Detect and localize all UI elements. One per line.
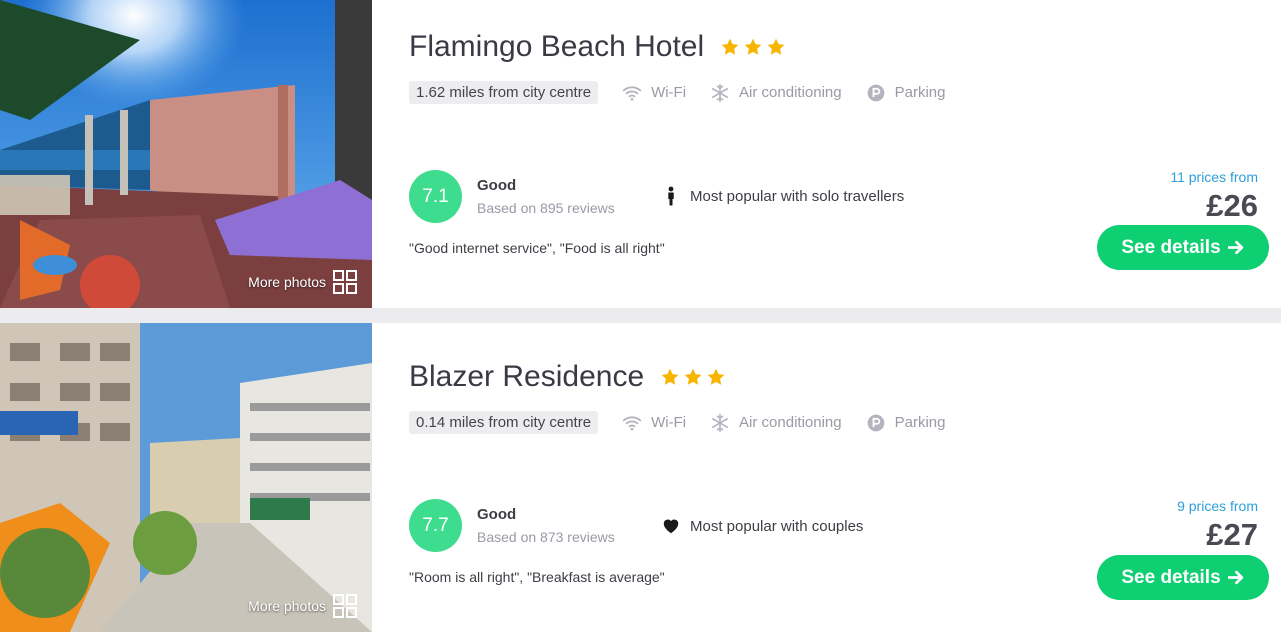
see-details-button[interactable]: See details <box>1097 225 1269 270</box>
more-photos-label: More photos <box>248 598 326 614</box>
amenity-wifi: Wi-Fi <box>622 413 686 433</box>
review-summary: 7.7 Good Based on 873 reviews <box>409 499 615 552</box>
hotel-photo[interactable]: More photos <box>0 0 372 308</box>
popular-label: Most popular with solo travellers <box>690 187 905 205</box>
heart-icon <box>663 519 679 534</box>
star-icon <box>707 368 725 385</box>
hotel-name[interactable]: Blazer Residence <box>409 360 644 394</box>
street-view-image <box>0 323 372 632</box>
star-rating <box>720 37 786 57</box>
review-quote: "Room is all right", "Breakfast is avera… <box>409 569 665 585</box>
more-photos-label: More photos <box>248 274 326 290</box>
rating-word: Good <box>477 506 517 523</box>
hotel-card: More photos Flamingo Beach Hotel 1.62 mi… <box>0 0 1281 308</box>
prices-from-link[interactable]: 9 prices from <box>1177 498 1258 514</box>
grid-icon <box>333 594 357 618</box>
review-count[interactable]: Based on 873 reviews <box>477 529 615 545</box>
hotel-header: Blazer Residence <box>409 360 726 394</box>
star-icon <box>767 38 785 55</box>
amenity-label: Wi-Fi <box>651 84 687 101</box>
popular-with: Most popular with couples <box>662 516 863 536</box>
snowflake-icon <box>711 83 729 102</box>
amenity-label: Air conditioning <box>739 84 842 101</box>
score-text: Good Based on 873 reviews <box>477 506 615 545</box>
amenity-label: Air conditioning <box>739 414 842 431</box>
distance-badge: 1.62 miles from city centre <box>409 81 599 104</box>
star-icon <box>744 38 762 55</box>
star-icon <box>661 368 679 385</box>
amenity-wifi: Wi-Fi <box>622 83 686 103</box>
review-count[interactable]: Based on 895 reviews <box>477 200 615 216</box>
hotel-photo[interactable]: More photos <box>0 323 372 632</box>
prices-from-link[interactable]: 11 prices from <box>1170 169 1258 185</box>
wifi-icon <box>622 85 642 101</box>
review-quote: "Good internet service", "Food is all ri… <box>409 240 665 256</box>
review-summary: 7.1 Good Based on 895 reviews <box>409 170 615 223</box>
solo-traveller-icon <box>668 186 674 206</box>
amenity-label: Parking <box>894 84 946 101</box>
snowflake-icon <box>711 413 729 432</box>
star-icon <box>721 38 739 55</box>
popular-label: Most popular with couples <box>690 517 864 535</box>
amenity-parking: Parking <box>866 83 946 103</box>
star-icon <box>684 368 702 385</box>
hotel-meta: 0.14 miles from city centre Wi-Fi Air co… <box>409 411 945 434</box>
wifi-icon <box>622 415 642 431</box>
price: £27 <box>1206 517 1258 552</box>
arrow-right-icon <box>1227 570 1243 585</box>
amenity-label: Wi-Fi <box>651 414 687 431</box>
price: £26 <box>1206 188 1258 223</box>
star-rating <box>660 367 726 387</box>
rating-word: Good <box>477 177 517 194</box>
score-text: Good Based on 895 reviews <box>477 177 615 216</box>
hotel-header: Flamingo Beach Hotel <box>409 30 786 64</box>
see-details-button[interactable]: See details <box>1097 555 1269 600</box>
amenity-label: Parking <box>894 414 946 431</box>
amenity-parking: Parking <box>866 413 946 433</box>
score-badge: 7.1 <box>409 170 462 223</box>
hotel-meta: 1.62 miles from city centre Wi-Fi Air co… <box>409 81 945 104</box>
more-photos-button[interactable]: More photos <box>248 594 357 618</box>
amenity-air-conditioning: Air conditioning <box>710 83 842 103</box>
parking-icon <box>867 84 884 101</box>
see-details-label: See details <box>1121 236 1221 258</box>
rooftop-terrace-image <box>0 0 372 308</box>
hotel-card: More photos Blazer Residence 0.14 miles … <box>0 323 1281 632</box>
grid-icon <box>333 270 357 294</box>
hotel-name[interactable]: Flamingo Beach Hotel <box>409 30 704 64</box>
popular-with: Most popular with solo travellers <box>662 186 904 206</box>
score-badge: 7.7 <box>409 499 462 552</box>
arrow-right-icon <box>1227 240 1243 255</box>
see-details-label: See details <box>1121 566 1221 588</box>
distance-badge: 0.14 miles from city centre <box>409 411 599 434</box>
parking-icon <box>867 414 884 431</box>
amenity-air-conditioning: Air conditioning <box>710 413 842 433</box>
more-photos-button[interactable]: More photos <box>248 270 357 294</box>
